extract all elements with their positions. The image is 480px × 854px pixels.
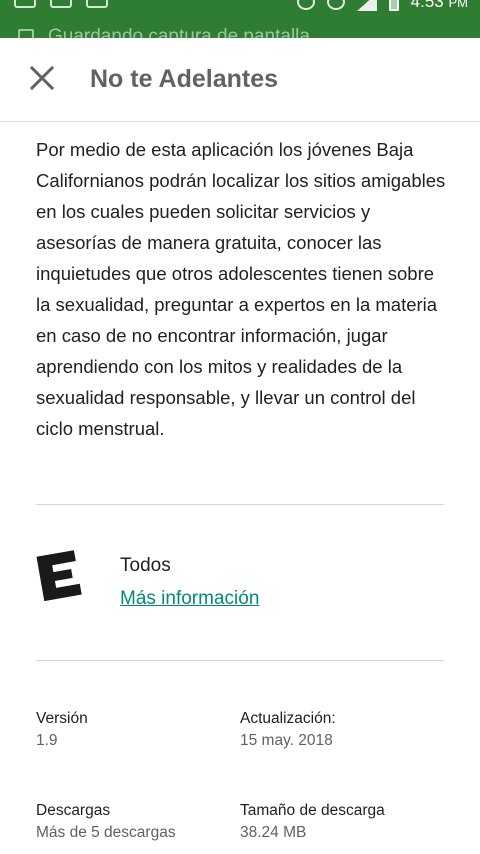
- status-time-ampm: PM: [448, 0, 469, 10]
- more-info-link[interactable]: Más información: [120, 588, 259, 610]
- signal-icon: [356, 0, 377, 11]
- rating-everyone-icon: [36, 550, 82, 602]
- app-header: No te Adelantes: [0, 38, 480, 122]
- status-bar: 4:53 PM Guardando captura de pantalla...: [0, 0, 480, 38]
- checkbox-icon: [18, 29, 34, 38]
- screenshot-notification: Guardando captura de pantalla...: [18, 26, 326, 38]
- rating-label: Todos: [120, 555, 171, 576]
- divider-bottom: [36, 660, 444, 661]
- pen-icon: [86, 0, 108, 8]
- image-icon: [50, 0, 72, 8]
- status-system-icons: 4:53 PM: [296, 0, 468, 12]
- battery-icon: [388, 0, 399, 11]
- page-title: No te Adelantes: [90, 65, 279, 93]
- close-icon: [29, 65, 55, 91]
- downloads-label: Descargas: [36, 802, 111, 819]
- downloads-value: Más de 5 descargas: [36, 824, 176, 841]
- close-button[interactable]: [24, 60, 60, 96]
- alarm-icon: [296, 0, 315, 10]
- divider-top: [36, 504, 444, 505]
- app-description: Por medio de esta aplicación los jóvenes…: [36, 139, 446, 439]
- notification-text: Guardando captura de pantalla...: [48, 26, 326, 38]
- updated-value: 15 may. 2018: [240, 732, 333, 749]
- status-time-value: 4:53: [410, 0, 444, 11]
- status-time: 4:53 PM: [411, 0, 468, 12]
- version-value: 1.9: [36, 732, 58, 749]
- version-label: Versión: [36, 710, 88, 727]
- download-size-value: 38.24 MB: [240, 824, 307, 841]
- voicemail-icon: [14, 0, 36, 8]
- download-size-label: Tamaño de descarga: [240, 802, 385, 819]
- updated-label: Actualización:: [240, 710, 336, 727]
- status-notification-icons: [14, 0, 108, 8]
- wifi-icon: [326, 0, 345, 10]
